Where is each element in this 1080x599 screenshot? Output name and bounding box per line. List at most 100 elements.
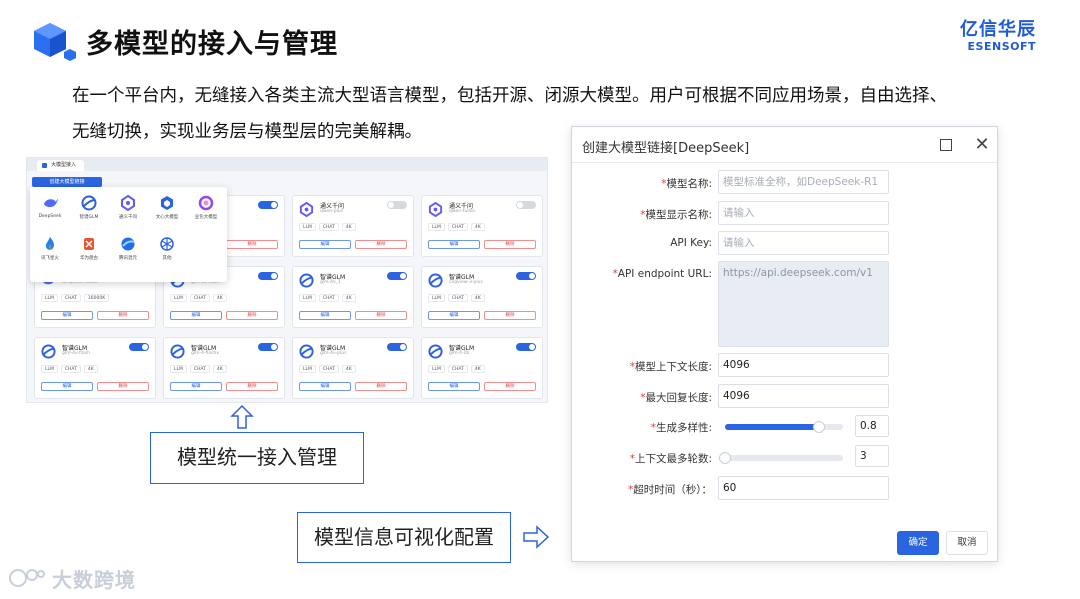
model-name-label: *模型名称:	[661, 178, 712, 190]
model-card-id: glm-4-flashx	[191, 351, 220, 356]
api-key-input[interactable]: 请输入	[718, 231, 889, 255]
model-tag: 4K	[212, 294, 227, 302]
edit-button[interactable]: 编辑	[428, 240, 480, 249]
zhipu-glm-icon	[41, 344, 56, 359]
provider-option[interactable]: 文心大模型	[150, 195, 184, 220]
screenshot-tabbar: 大模型接入	[27, 158, 547, 171]
enable-toggle[interactable]	[387, 343, 407, 351]
openai-icon	[159, 236, 175, 252]
model-tag: 4K	[341, 223, 356, 231]
model-card[interactable]: 智谱GLM glm-4-flashx LLM CHAT 4K 编辑 删除	[163, 337, 285, 399]
provider-option-label: 智谱GLM	[79, 215, 99, 220]
provider-option[interactable]: 其他	[150, 236, 184, 261]
enable-toggle[interactable]	[387, 272, 407, 280]
model-tag: LLM	[170, 294, 187, 302]
max-reply-label: *最大回复长度:	[640, 392, 712, 404]
model-name-input[interactable]: 模型标准全称，如DeepSeek-R1	[718, 170, 889, 194]
timeout-label: *超时时间（秒）：	[628, 484, 712, 496]
enable-toggle[interactable]	[258, 272, 278, 280]
model-card[interactable]: 智谱GLM glm-4-0b LLM CHAT 4K 编辑 删除	[421, 337, 543, 399]
delete-button[interactable]: 删除	[226, 311, 278, 320]
model-card[interactable]: 通义千问 qwen-plus LLM CHAT 4K 编辑 删除	[292, 195, 414, 257]
edit-button[interactable]: 编辑	[170, 311, 222, 320]
close-icon[interactable]: ✕	[973, 136, 991, 154]
delete-button[interactable]: 删除	[484, 382, 536, 391]
model-tag: CHAT	[189, 365, 210, 373]
endpoint-textarea[interactable]: https://api.deepseek.com/v1	[718, 261, 889, 347]
model-card[interactable]: 智谱GLM glm-4v-plus LLM CHAT 4K 编辑 删除	[292, 337, 414, 399]
model-tag: LLM	[170, 365, 187, 373]
diversity-value-input[interactable]: 0.8	[855, 415, 889, 437]
provider-option[interactable]: 豆包大模型	[189, 195, 223, 220]
edit-button[interactable]: 编辑	[41, 311, 93, 320]
model-tag: LLM	[428, 365, 445, 373]
provider-option[interactable]: 智谱GLM	[72, 195, 106, 220]
enable-toggle[interactable]	[516, 201, 536, 209]
delete-button[interactable]: 删除	[226, 382, 278, 391]
deepseek-whale-icon	[42, 195, 58, 211]
confirm-button[interactable]: 确定	[897, 531, 939, 555]
model-card[interactable]: 智谱GLM glm-4v-flash LLM CHAT 4K 编辑 删除	[34, 337, 156, 399]
enable-toggle[interactable]	[129, 343, 149, 351]
edit-button[interactable]: 编辑	[428, 311, 480, 320]
model-tag: LLM	[428, 223, 445, 231]
diversity-slider-handle[interactable]	[813, 421, 826, 433]
create-model-link-button[interactable]: 创建大模型链接	[32, 177, 102, 187]
model-card[interactable]: 智谱GLM cogview-3-plus LLM CHAT 4K 编辑 删除	[421, 266, 543, 328]
delete-button[interactable]: 删除	[484, 311, 536, 320]
watermark-text: 大数跨境	[52, 568, 136, 592]
provider-option[interactable]: 通义千问	[111, 194, 145, 220]
model-card-id: glm-4v_1	[320, 280, 341, 285]
delete-button[interactable]: 删除	[355, 311, 407, 320]
display-name-input[interactable]: 请输入	[718, 201, 889, 225]
model-card[interactable]: 智谱GLM glm-4v_1 LLM CHAT 4K 编辑 删除	[292, 266, 414, 328]
zhipu-glm-icon	[299, 273, 314, 288]
max-reply-input[interactable]: 4096	[718, 384, 889, 408]
enable-toggle[interactable]	[258, 201, 278, 209]
enable-toggle[interactable]	[258, 343, 278, 351]
model-tag: 4K	[470, 223, 485, 231]
rounds-slider-handle[interactable]	[719, 452, 731, 464]
screenshot-tab[interactable]: 大模型接入	[37, 160, 85, 171]
rounds-value-input[interactable]: 3	[855, 445, 889, 467]
context-length-input[interactable]: 4096	[718, 353, 889, 377]
model-card[interactable]: 通义千问 qwen-turbo LLM CHAT 4K 编辑 删除	[421, 195, 543, 257]
brand-name-en: ESENSOFT	[967, 40, 1036, 53]
model-tag: CHAT	[318, 365, 339, 373]
provider-option[interactable]: 讯飞星火	[33, 236, 67, 261]
model-tag: 4K	[470, 365, 485, 373]
delete-button[interactable]: 删除	[484, 240, 536, 249]
zhipu-glm-icon	[170, 344, 185, 359]
enable-toggle[interactable]	[516, 343, 536, 351]
edit-button[interactable]: 编辑	[170, 382, 222, 391]
enable-toggle[interactable]	[516, 272, 536, 280]
delete-button[interactable]: 删除	[97, 311, 149, 320]
edit-button[interactable]: 编辑	[299, 382, 351, 391]
zhipu-glm-icon	[299, 344, 314, 359]
enable-toggle[interactable]	[387, 201, 407, 209]
delete-button[interactable]: 删除	[226, 240, 278, 249]
edit-button[interactable]: 编辑	[299, 311, 351, 320]
edit-button[interactable]: 编辑	[299, 240, 351, 249]
model-tag: LLM	[299, 294, 316, 302]
delete-button[interactable]: 删除	[355, 382, 407, 391]
rounds-slider[interactable]	[719, 452, 843, 464]
diversity-slider[interactable]	[725, 421, 843, 433]
delete-button[interactable]: 删除	[355, 240, 407, 249]
tongyi-qianwen-icon	[299, 201, 314, 218]
provider-option[interactable]: 华为盘古	[72, 236, 106, 261]
api-key-label: API Key:	[670, 237, 712, 249]
provider-option[interactable]: 腾讯混元	[111, 236, 145, 261]
edit-button[interactable]: 编辑	[41, 382, 93, 391]
model-tags: LLMCHAT4K	[299, 365, 356, 373]
edit-button[interactable]: 编辑	[428, 382, 480, 391]
delete-button[interactable]: 删除	[97, 382, 149, 391]
maximize-icon[interactable]	[940, 139, 952, 151]
provider-option[interactable]: DeepSeek	[33, 195, 67, 219]
timeout-input[interactable]: 60	[718, 476, 889, 500]
model-card-id: glm-4v-flash	[62, 351, 90, 356]
cancel-button[interactable]: 取消	[946, 531, 988, 555]
model-tags: LLMCHAT4K	[428, 223, 485, 231]
watermark-logo-icon	[9, 569, 45, 587]
model-tag: LLM	[428, 294, 445, 302]
